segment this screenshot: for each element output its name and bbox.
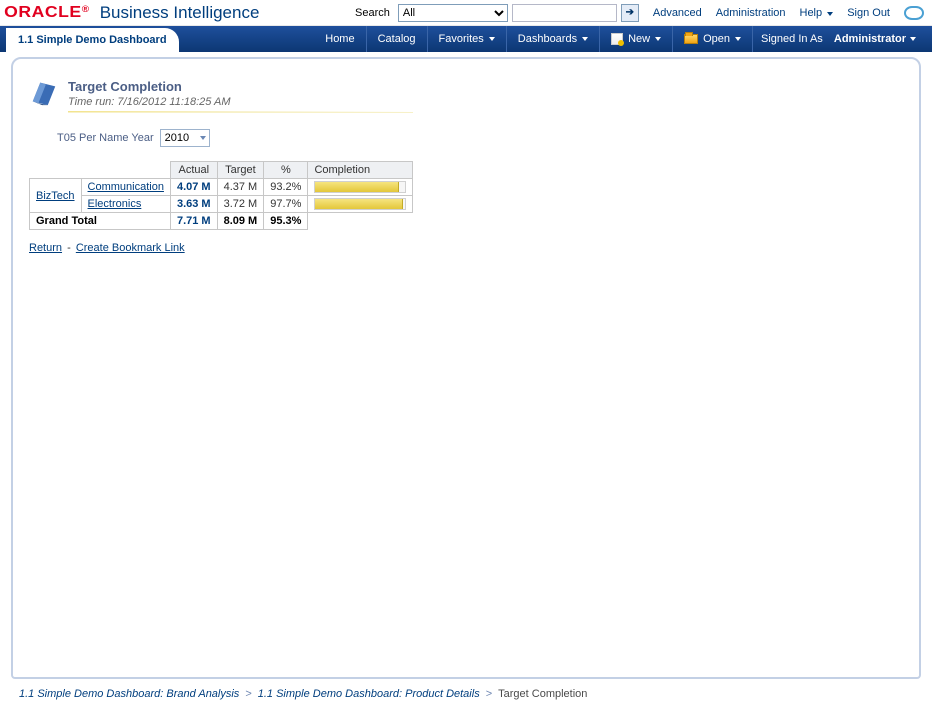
search-label: Search: [355, 7, 390, 19]
search-scope-select[interactable]: All: [398, 4, 508, 22]
chevron-down-icon: [735, 37, 741, 41]
report-title: Target Completion: [68, 79, 413, 94]
category-link[interactable]: Communication: [81, 179, 170, 196]
chevron-down-icon: [910, 37, 916, 41]
open-folder-icon: [684, 34, 698, 44]
prompt-label: T05 Per Name Year: [57, 132, 154, 144]
advanced-link[interactable]: Advanced: [653, 7, 702, 19]
completion-bar: [314, 181, 406, 193]
col-actual: Actual: [170, 162, 217, 179]
bookmark-link[interactable]: Create Bookmark Link: [76, 242, 185, 254]
chevron-down-icon: [827, 12, 833, 16]
table-row: BizTech Communication 4.07 M 4.37 M 93.2…: [30, 179, 413, 196]
app-title: Business Intelligence: [100, 3, 260, 23]
dashboard-tab[interactable]: 1.1 Simple Demo Dashboard: [6, 28, 179, 52]
menubar: 1.1 Simple Demo Dashboard Home Catalog F…: [0, 26, 932, 52]
oracle-logo: ORACLE®: [4, 4, 89, 22]
chevron-down-icon: [582, 37, 588, 41]
header-links: Advanced Administration Help Sign Out: [653, 6, 924, 20]
administration-link[interactable]: Administration: [716, 7, 786, 19]
menu-favorites[interactable]: Favorites: [427, 26, 506, 52]
menu-new[interactable]: New: [599, 26, 672, 52]
menu-catalog[interactable]: Catalog: [366, 26, 427, 52]
search-input[interactable]: [512, 4, 617, 22]
app-header: ORACLE® Business Intelligence Search All…: [0, 0, 932, 26]
results-table: Actual Target % Completion BizTech Commu…: [29, 161, 413, 230]
chevron-down-icon: [200, 136, 206, 140]
table-row: Electronics 3.63 M 3.72 M 97.7%: [30, 196, 413, 213]
col-target: Target: [217, 162, 264, 179]
group-link[interactable]: BizTech: [30, 179, 82, 213]
breadcrumb-link[interactable]: 1.1 Simple Demo Dashboard: Brand Analysi…: [19, 688, 239, 700]
completion-bar: [314, 198, 406, 210]
signout-link[interactable]: Sign Out: [847, 7, 890, 19]
breadcrumb-link[interactable]: 1.1 Simple Demo Dashboard: Product Detai…: [258, 688, 480, 700]
search-go-button[interactable]: ➔: [621, 4, 639, 22]
report-heading: Target Completion Time run: 7/16/2012 11…: [29, 77, 903, 113]
col-completion: Completion: [308, 162, 413, 179]
return-link[interactable]: Return: [29, 242, 62, 254]
arrow-right-icon: ➔: [626, 7, 634, 18]
prompt-row: T05 Per Name Year 2010: [57, 129, 903, 147]
new-file-icon: [611, 33, 623, 45]
current-user: Administrator: [834, 33, 906, 45]
main-panel: Target Completion Time run: 7/16/2012 11…: [11, 57, 921, 679]
menu-home[interactable]: Home: [314, 26, 365, 52]
notebook-icon: [29, 77, 59, 110]
category-link[interactable]: Electronics: [81, 196, 170, 213]
year-select[interactable]: 2010: [160, 129, 210, 147]
chevron-down-icon: [489, 37, 495, 41]
signed-in-as[interactable]: Signed In As Administrator: [752, 26, 924, 52]
col-pct: %: [264, 162, 308, 179]
breadcrumb-current: Target Completion: [498, 688, 587, 700]
brand-orb-icon: [904, 6, 924, 20]
chevron-down-icon: [655, 37, 661, 41]
search-area: Search All ➔ Advanced Administration Hel…: [355, 4, 924, 22]
below-links: Return - Create Bookmark Link: [29, 242, 903, 254]
title-underline: [68, 111, 413, 113]
menu-open[interactable]: Open: [672, 26, 752, 52]
breadcrumb: 1.1 Simple Demo Dashboard: Brand Analysi…: [11, 683, 921, 705]
time-run: Time run: 7/16/2012 11:18:25 AM: [68, 96, 413, 108]
menu-dashboards[interactable]: Dashboards: [506, 26, 599, 52]
grand-total-row: Grand Total 7.71 M 8.09 M 95.3%: [30, 213, 413, 230]
help-menu[interactable]: Help: [800, 7, 834, 19]
